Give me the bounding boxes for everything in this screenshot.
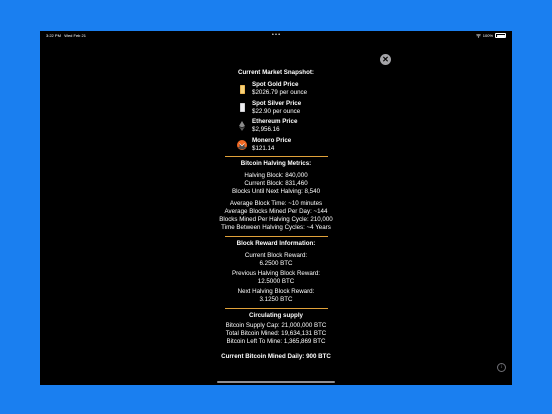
halving-title: Bitcoin Halving Metrics: — [240, 160, 312, 167]
price-name: Spot Silver Price — [252, 99, 302, 107]
status-date-text: Wed Feb 21 — [64, 33, 86, 38]
halving-section: Bitcoin Halving Metrics: Halving Block: … — [40, 160, 512, 232]
info-button[interactable]: i — [497, 363, 506, 372]
time-between-cycles: Time Between Halving Cycles: ~4 Years — [221, 224, 331, 231]
section-divider — [224, 308, 328, 309]
avg-blocks-per-day: Average Blocks Mined Per Day: ~144 — [224, 208, 328, 215]
price-item-ethereum: Ethereum Price $2,956.16 — [236, 117, 316, 136]
ethereum-icon — [236, 120, 248, 132]
app-screen: 3:22 PM Wed Feb 21 • • • 100% ✕ Current … — [40, 31, 512, 385]
price-list: Spot Gold Price $2026.79 per ounce Spot … — [40, 80, 512, 154]
status-time-text: 3:22 PM — [46, 33, 61, 38]
reward-title: Block Reward Information: — [236, 240, 316, 247]
status-bar: 3:22 PM Wed Feb 21 • • • 100% — [40, 31, 512, 39]
price-value: $2026.79 per ounce — [252, 89, 308, 97]
price-item-silver: Spot Silver Price $22.90 per ounce — [236, 99, 316, 118]
total-mined: Total Bitcoin Mined: 19,634,131 BTC — [225, 330, 327, 337]
battery-fill — [496, 34, 505, 37]
multitasking-dots-icon[interactable]: • • • — [272, 32, 280, 38]
section-divider — [224, 236, 328, 237]
supply-cap: Bitcoin Supply Cap: 21,000,000 BTC — [225, 322, 327, 329]
blocks-until-halving: Blocks Until Next Halving: 8,540 — [231, 188, 321, 195]
supply-title: Circulating supply — [249, 312, 303, 319]
current-reward-label: Current Block Reward: — [244, 252, 308, 259]
current-reward-value: 6.2500 BTC — [259, 260, 293, 267]
price-value: $22.90 per ounce — [252, 107, 301, 115]
status-time: 3:22 PM Wed Feb 21 — [46, 33, 86, 38]
price-value: $2,956.16 — [252, 126, 280, 134]
status-right: 100% — [475, 33, 506, 38]
left-to-mine: Bitcoin Left To Mine: 1,365,869 BTC — [226, 338, 326, 345]
wifi-icon — [475, 33, 481, 38]
previous-reward-value: 12.5000 BTC — [257, 278, 295, 285]
close-icon: ✕ — [382, 54, 389, 64]
price-name: Monero Price — [252, 136, 292, 144]
next-reward-label: Next Halving Block Reward: — [237, 288, 315, 295]
battery-icon — [495, 33, 506, 38]
halving-block: Halving Block: 840,000 — [244, 172, 308, 179]
home-indicator[interactable] — [217, 381, 335, 383]
close-button[interactable]: ✕ — [380, 54, 391, 65]
battery-percent: 100% — [482, 33, 493, 38]
price-item-monero: Monero Price $121.14 — [236, 136, 316, 155]
next-reward-value: 3.1250 BTC — [259, 296, 293, 303]
current-block: Current Block: 831,460 — [244, 180, 308, 187]
price-name: Spot Gold Price — [252, 81, 299, 89]
market-content: Current Market Snapshot: Spot Gold Price… — [40, 69, 512, 361]
blocks-per-cycle: Blocks Mined Per Halving Cycle: 210,000 — [219, 216, 333, 223]
gold-bar-icon — [236, 83, 248, 95]
daily-mined: Current Bitcoin Mined Daily: 900 BTC — [221, 353, 331, 360]
supply-section: Circulating supply Bitcoin Supply Cap: 2… — [40, 312, 512, 346]
avg-block-time: Average Block Time: ~10 minutes — [229, 200, 323, 207]
silver-bar-icon — [236, 102, 248, 114]
price-item-gold: Spot Gold Price $2026.79 per ounce — [236, 80, 316, 99]
section-divider — [224, 156, 328, 157]
monero-icon — [236, 139, 248, 151]
reward-section: Block Reward Information: Current Block … — [40, 240, 512, 304]
price-name: Ethereum Price — [252, 118, 298, 126]
snapshot-title: Current Market Snapshot: — [238, 69, 314, 76]
info-icon: i — [500, 365, 503, 370]
previous-reward-label: Previous Halving Block Reward: — [231, 270, 321, 277]
price-value: $121.14 — [252, 144, 275, 152]
